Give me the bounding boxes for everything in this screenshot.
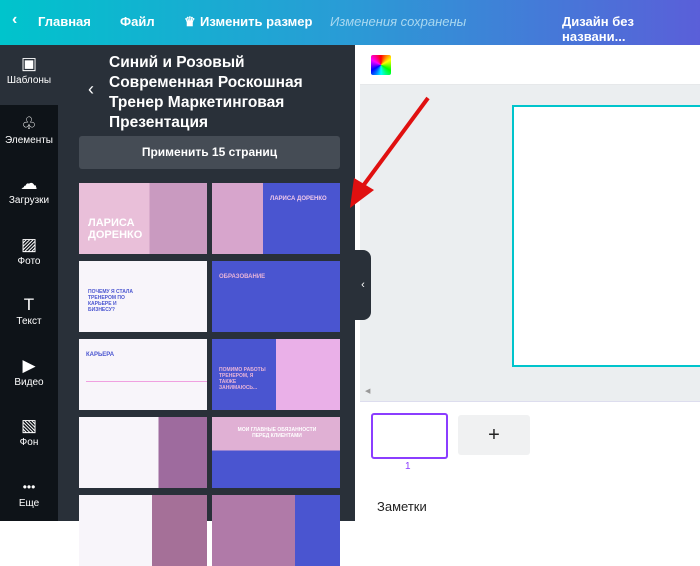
add-page-button[interactable]: +: [458, 415, 530, 455]
rail-label: Шаблоны: [6, 75, 52, 86]
rail-label: Текст: [16, 316, 42, 327]
rail-uploads[interactable]: ☁ Загрузки: [0, 165, 58, 225]
rail-label: Фото: [17, 256, 41, 267]
template-page-thumb[interactable]: [79, 417, 207, 488]
red-arrow-annotation: [350, 96, 430, 208]
rail-label: Фон: [19, 437, 39, 448]
rail-label: Загрузки: [8, 195, 50, 206]
page-thumbnail[interactable]: [371, 413, 448, 459]
page-number: 1: [405, 461, 411, 472]
rail-elements[interactable]: ♧ Элементы: [0, 105, 58, 165]
more-icon: •••: [22, 480, 36, 494]
upload-icon: ☁: [20, 174, 38, 193]
resize-button[interactable]: Изменить размер: [200, 14, 312, 29]
template-page-thumb[interactable]: ЛАРИСА ДОРЕНКО: [212, 183, 340, 254]
rail-label: Элементы: [5, 135, 53, 146]
elements-icon: ♧: [21, 114, 37, 133]
template-page-thumb[interactable]: МОИ ГЛАВНЫЕ ОБЯЗАННОСТИ ПЕРЕД КЛИЕНТАМИ: [212, 417, 340, 488]
thumb-text: ОБРАЗОВАНИЕ: [219, 274, 266, 280]
back-chevron-icon[interactable]: ‹: [12, 11, 17, 29]
templates-panel: ‹ Синий и Розовый Современная Роскошная …: [58, 45, 355, 566]
template-page-thumb[interactable]: ОБРАЗОВАНИЕ: [212, 261, 340, 332]
save-status: Изменения сохранены: [330, 14, 467, 29]
scroll-left-icon[interactable]: ◀: [365, 387, 370, 395]
side-rail: ▣ Шаблоны ♧ Элементы ☁ Загрузки ▨ Фото T Текс…: [0, 45, 58, 521]
collapse-panel-button[interactable]: ‹: [355, 250, 371, 320]
templates-icon: ▣: [20, 54, 38, 73]
crown-icon: ♛: [184, 14, 196, 29]
apply-pages-button[interactable]: Применить 15 страниц: [79, 136, 340, 169]
back-icon[interactable]: ‹: [88, 79, 94, 100]
pages-bar: 1 + Заметки: [360, 401, 700, 521]
thumb-text: ЛАРИСА ДОРЕНКО: [88, 217, 143, 241]
thumb-text: МОИ ГЛАВНЫЕ ОБЯЗАННОСТИ ПЕРЕД КЛИЕНТАМИ: [237, 427, 317, 439]
rail-label: Видео: [14, 377, 44, 388]
home-link[interactable]: Главная: [38, 14, 91, 29]
background-icon: ▧: [20, 416, 38, 435]
design-page[interactable]: [512, 105, 700, 367]
template-page-thumb[interactable]: ПОМИМО РАБОТЫ ТРЕНЕРОМ, Я ТАКЖЕ ЗАНИМАЮС…: [212, 339, 340, 410]
rail-video[interactable]: ▶ Видео: [0, 347, 58, 407]
photo-icon: ▨: [20, 235, 38, 254]
thumb-text: ЛАРИСА ДОРЕНКО: [270, 196, 327, 202]
rail-label: Еще: [18, 498, 40, 509]
template-title: Синий и Розовый Современная Роскошная Тр…: [109, 54, 303, 131]
thumb-text: КАРЬЕРА: [86, 352, 115, 358]
template-page-thumb[interactable]: ЛАРИСА ДОРЕНКО: [79, 183, 207, 254]
thumb-text: ПОЧЕМУ Я СТАЛА ТРЕНЕРОМ ПО КАРЬЕРЕ И БИЗ…: [88, 289, 133, 313]
file-menu[interactable]: Файл: [120, 14, 155, 29]
text-icon: T: [23, 295, 35, 314]
editor-toolbar: [360, 45, 700, 85]
template-page-thumb[interactable]: КАРЬЕРА: [79, 339, 207, 410]
design-title[interactable]: Дизайн без названи...: [562, 14, 700, 44]
rail-more[interactable]: ••• Еще: [0, 468, 58, 528]
rail-photos[interactable]: ▨ Фото: [0, 226, 58, 286]
rail-text[interactable]: T Текст: [0, 286, 58, 346]
color-picker-icon[interactable]: [371, 55, 391, 75]
template-page-thumb[interactable]: [212, 495, 340, 566]
video-icon: ▶: [22, 356, 36, 375]
notes-label[interactable]: Заметки: [377, 499, 427, 514]
template-page-thumb[interactable]: ПОЧЕМУ Я СТАЛА ТРЕНЕРОМ ПО КАРЬЕРЕ И БИЗ…: [79, 261, 207, 332]
rail-templates[interactable]: ▣ Шаблоны: [0, 45, 58, 105]
rail-background[interactable]: ▧ Фон: [0, 407, 58, 467]
top-bar: ‹ Главная Файл ♛ Изменить размер Изменен…: [0, 0, 700, 45]
template-page-thumb[interactable]: [79, 495, 207, 566]
thumb-text: ПОМИМО РАБОТЫ ТРЕНЕРОМ, Я ТАКЖЕ ЗАНИМАЮС…: [219, 367, 266, 391]
